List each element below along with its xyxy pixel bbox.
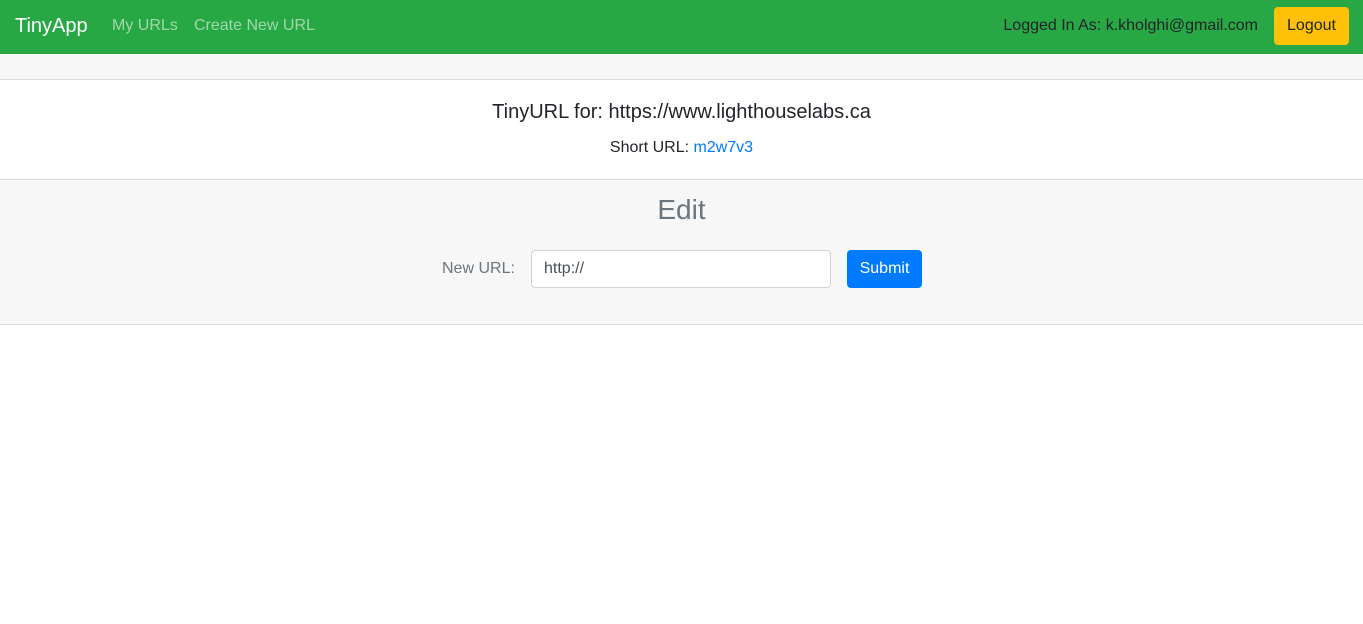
edit-heading: Edit xyxy=(657,194,706,225)
logout-button[interactable]: Logout xyxy=(1274,7,1349,45)
submit-button[interactable]: Submit xyxy=(847,250,922,288)
short-url-label: Short URL: xyxy=(609,139,690,156)
logged-in-text: Logged In As: k.kholghi@gmail.com xyxy=(1003,17,1258,34)
short-url-line: Short URL: m2w7v3 xyxy=(0,138,1363,158)
nav-my-urls-link[interactable]: My URLs xyxy=(112,16,178,36)
page-strip xyxy=(0,54,1363,80)
edit-panel: Edit New URL: Submit xyxy=(0,181,1363,325)
url-card: TinyURL for: https://www.lighthouselabs.… xyxy=(0,80,1363,180)
navbar: TinyApp My URLs Create New URL Logged In… xyxy=(0,0,1363,54)
card-title: TinyURL for: https://www.lighthouselabs.… xyxy=(492,101,871,123)
short-url-link[interactable]: m2w7v3 xyxy=(694,139,754,156)
new-url-input[interactable] xyxy=(531,250,831,288)
nav-create-new-url-link[interactable]: Create New URL xyxy=(194,16,315,36)
brand-link[interactable]: TinyApp xyxy=(15,13,88,39)
new-url-label: New URL: xyxy=(442,260,515,277)
